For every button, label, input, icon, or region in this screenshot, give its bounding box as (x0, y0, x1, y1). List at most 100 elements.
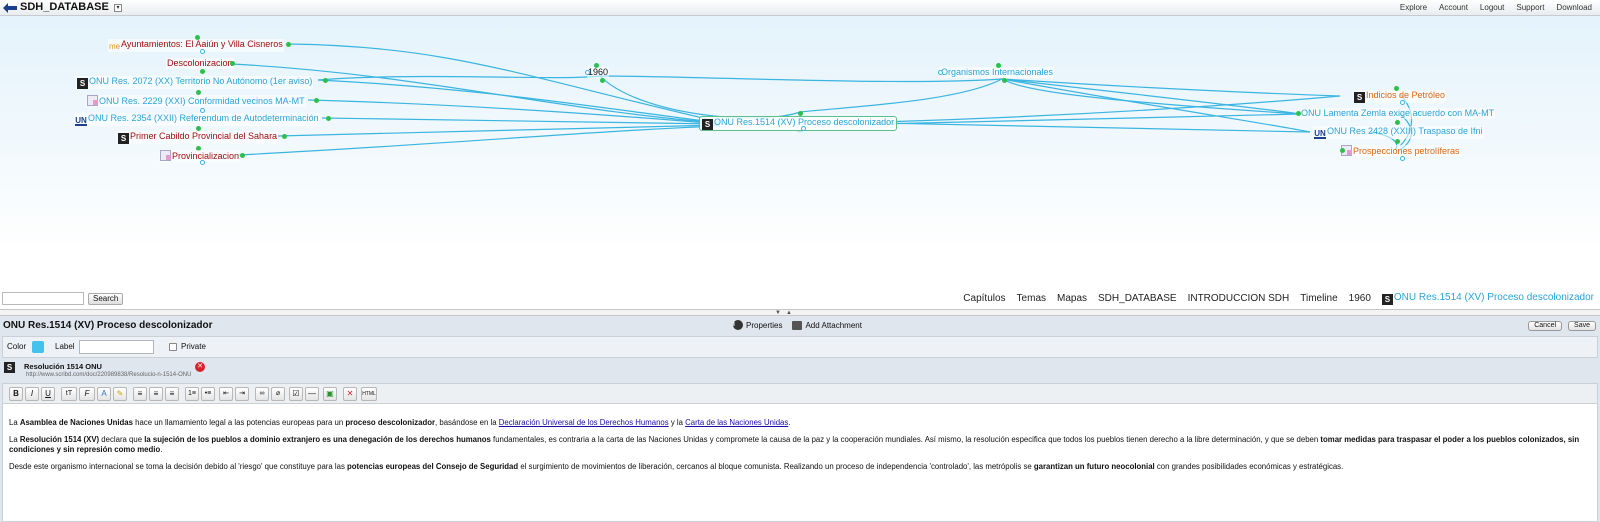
bold-text: Resolución 1514 (XV) (19, 435, 100, 444)
node-connector-dot[interactable] (200, 69, 205, 74)
remove-attachment-icon[interactable]: ✕ (195, 362, 205, 372)
node-connector-dot[interactable] (798, 111, 803, 116)
tab-add-attachment[interactable]: Add Attachment (792, 320, 862, 330)
node-connector-dot[interactable] (195, 35, 200, 40)
node-handle-ring[interactable] (200, 160, 205, 165)
node-connector-dot[interactable] (286, 42, 291, 47)
node-organismos[interactable]: Organismos Internacionales (940, 67, 1055, 78)
node-handle-ring[interactable] (1400, 100, 1405, 105)
node-connector-dot[interactable] (240, 153, 245, 158)
text-run: y la (668, 418, 686, 427)
node-prospecciones[interactable]: Prospecciones petrolíferas (1340, 145, 1461, 157)
node-handle-ring[interactable] (200, 49, 205, 54)
app-logo-icon (3, 3, 17, 13)
align-center-button[interactable]: ≡ (149, 387, 163, 401)
breadcrumb-introduccion[interactable]: INTRODUCCION SDH (1183, 291, 1294, 305)
rich-text-editor[interactable]: La Asamblea de Naciones Unidas hace un l… (2, 404, 1598, 522)
nav-explore[interactable]: Explore (1394, 3, 1433, 12)
node-handle-ring[interactable] (1400, 156, 1405, 161)
node-1960[interactable]: 1960 (587, 67, 610, 78)
node-connector-dot[interactable] (230, 61, 235, 66)
unordered-list-button[interactable]: •≡ (201, 387, 215, 401)
node-handle-ring[interactable] (801, 126, 806, 131)
breadcrumb-1960[interactable]: 1960 (1344, 291, 1375, 305)
node-connector-dot[interactable] (282, 134, 287, 139)
editor-toolbar: B I U tT F A ✎ ≡ ≡ ≡ 1≡ •≡ ⇤ ⇥ ∞ ⌀ ☑ — ▣… (2, 383, 1598, 404)
nav-logout[interactable]: Logout (1474, 3, 1510, 12)
node-onu2072[interactable]: S ONU Res. 2072 (XX) Territorio No Autóno… (76, 76, 314, 89)
attachment-title[interactable]: Resolución 1514 ONU (24, 362, 102, 371)
paragraph: Desde este organismo internacional se to… (9, 462, 1591, 472)
graph-canvas[interactable]: meAyuntamientos: El Aaiún y Villa Cisner… (0, 16, 1600, 311)
node-label: ONU Lamenta Zemla exige acuerdo con MA-M… (1301, 108, 1495, 118)
cancel-button[interactable]: Cancel (1528, 321, 1563, 331)
save-button[interactable]: Save (1568, 321, 1596, 331)
italic-button[interactable]: I (25, 387, 39, 401)
font-family-button[interactable]: F (79, 387, 95, 401)
panel-splitter[interactable]: ▼ ▲ (0, 309, 1600, 316)
underline-button[interactable]: U (41, 387, 55, 401)
breadcrumb-mapas[interactable]: Mapas (1053, 291, 1092, 305)
align-left-button[interactable]: ≡ (133, 387, 147, 401)
breadcrumb-current[interactable]: S ONU Res.1514 (XV) Proceso descolonizado… (1377, 291, 1598, 305)
private-checkbox[interactable] (169, 343, 177, 351)
node-label: Provincializacion (172, 151, 240, 161)
image-button[interactable]: ▣ (323, 387, 337, 401)
search-button[interactable]: Search (88, 293, 124, 305)
breadcrumb-timeline[interactable]: Timeline (1296, 291, 1342, 305)
highlight-button[interactable]: ✎ (113, 387, 127, 401)
tab-properties[interactable]: i Properties (733, 320, 782, 330)
node-connector-dot[interactable] (1394, 86, 1399, 91)
node-lamenta[interactable]: ONU Lamenta Zemla exige acuerdo con MA-M… (1300, 108, 1496, 119)
outdent-button[interactable]: ⇤ (219, 387, 233, 401)
node-connector-dot[interactable] (326, 116, 331, 121)
attachment-url[interactable]: http://www.scribd.com/doc/220989838/Reso… (26, 372, 191, 378)
edge (879, 122, 1311, 133)
node-connector-dot[interactable] (996, 63, 1001, 68)
ordered-list-button[interactable]: 1≡ (185, 387, 199, 401)
chevron-down-icon[interactable]: ▾ (114, 4, 122, 12)
checkbox-button[interactable]: ☑ (289, 387, 303, 401)
node-center-selected[interactable]: S ONU Res.1514 (XV) Proceso descolonizado… (699, 116, 898, 131)
node-connector-dot[interactable] (1395, 120, 1400, 125)
nav-account[interactable]: Account (1433, 3, 1474, 12)
node-connector-dot[interactable] (314, 98, 319, 103)
remove-format-button[interactable]: ✕ (343, 387, 357, 401)
breadcrumb-sdh-database[interactable]: SDH_DATABASE (1094, 291, 1181, 305)
label-input[interactable] (79, 340, 154, 354)
node-connector-dot[interactable] (1002, 78, 1007, 83)
node-handle-ring[interactable] (585, 70, 590, 75)
node-onu2229[interactable]: ONU Res. 2229 (XXI) Conformidad vecinos … (86, 95, 306, 107)
node-connector-dot[interactable] (1340, 148, 1345, 153)
align-right-button[interactable]: ≡ (165, 387, 179, 401)
udhr-link[interactable]: Declaración Universal de los Derechos Hu… (499, 418, 669, 427)
nav-support[interactable]: Support (1510, 3, 1550, 12)
breadcrumb-temas[interactable]: Temas (1012, 291, 1050, 305)
indent-button[interactable]: ⇥ (235, 387, 249, 401)
text-color-button[interactable]: A (97, 387, 111, 401)
node-ayuntamientos[interactable]: meAyuntamientos: El Aaiún y Villa Cisner… (108, 39, 284, 52)
node-connector-dot[interactable] (1395, 139, 1400, 144)
node-descolonizacion[interactable]: Descolonizacion (166, 58, 234, 69)
link-button[interactable]: ∞ (255, 387, 269, 401)
node-connector-dot[interactable] (323, 78, 328, 83)
bold-button[interactable]: B (9, 387, 23, 401)
html-button[interactable]: HTML (361, 387, 377, 401)
nav-download[interactable]: Download (1550, 3, 1598, 12)
search-input[interactable] (2, 292, 84, 305)
unlink-button[interactable]: ⌀ (271, 387, 285, 401)
edge (1001, 78, 1301, 115)
node-connector-dot[interactable] (594, 63, 599, 68)
edge (317, 75, 601, 81)
node-cabildo[interactable]: S Primer Cabildo Provincial del Sahara (117, 131, 279, 144)
font-size-button[interactable]: tT (61, 387, 77, 401)
color-swatch[interactable] (32, 341, 44, 353)
horizontal-rule-button[interactable]: — (305, 387, 319, 401)
node-onu2354[interactable]: UNONU Res. 2354 (XXII) Referendum de Aut… (74, 113, 320, 126)
node-onu2428[interactable]: UNONU Res 2428 (XXIII) Traspaso de Ifni (1313, 126, 1484, 139)
node-handle-ring[interactable] (938, 70, 943, 75)
un-charter-link[interactable]: Carta de las Naciones Unidas (685, 418, 788, 427)
node-connector-dot[interactable] (1296, 111, 1301, 116)
node-connector-dot[interactable] (600, 78, 605, 83)
breadcrumb-capitulos[interactable]: Capítulos (959, 291, 1010, 305)
